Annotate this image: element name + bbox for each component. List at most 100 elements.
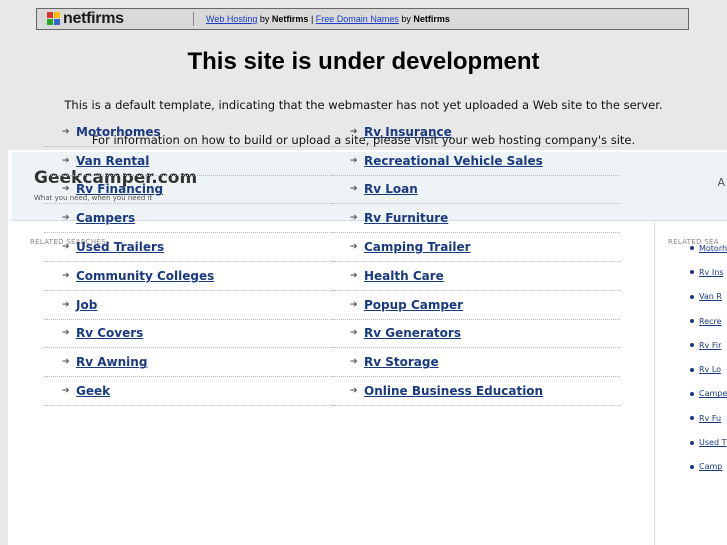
bullet-icon: [690, 440, 694, 445]
side-search-item[interactable]: Van R: [668, 285, 727, 309]
search-item[interactable]: ➔ Rv Furniture: [332, 204, 620, 234]
search-link[interactable]: Motorhomes: [76, 125, 161, 139]
search-link[interactable]: Recreational Vehicle Sales: [364, 154, 543, 168]
search-row: ➔ Van Rental ➔ Recreational Vehicle Sales: [44, 147, 620, 176]
search-link[interactable]: Rv Covers: [76, 326, 143, 340]
search-link[interactable]: Rv Furniture: [364, 211, 448, 225]
arrow-right-icon: ➔: [62, 386, 70, 397]
search-link[interactable]: Camping Trailer: [364, 240, 471, 254]
web-hosting-link[interactable]: Web Hosting: [206, 14, 257, 24]
arrow-right-icon: ➔: [350, 299, 358, 310]
search-item[interactable]: ➔ Health Care: [332, 262, 620, 291]
bullet-icon: [690, 343, 694, 348]
search-item[interactable]: ➔ Used Trailers: [44, 233, 332, 262]
arrow-right-icon: ➔: [350, 242, 358, 253]
arrow-right-icon: ➔: [350, 155, 358, 166]
side-search-item[interactable]: Camp: [668, 455, 727, 479]
side-search-item[interactable]: Rv Ins: [668, 260, 727, 284]
search-item[interactable]: ➔ Geek: [44, 377, 332, 406]
search-item[interactable]: ➔ Online Business Education: [332, 377, 620, 406]
arrow-right-icon: ➔: [350, 213, 358, 224]
side-search-item[interactable]: Campe: [668, 382, 727, 406]
search-link[interactable]: Rv Insurance: [364, 125, 452, 139]
search-link[interactable]: Rv Awning: [76, 355, 147, 369]
arrow-right-icon: ➔: [62, 299, 70, 310]
search-item[interactable]: ➔ Recreational Vehicle Sales: [332, 147, 620, 176]
related-searches-list: ➔ Motorhomes ➔ Rv Insurance ➔ Van Rental ➔ Recr…: [44, 118, 620, 406]
arrow-right-icon: ➔: [350, 386, 358, 397]
side-search-link[interactable]: Rv Fir: [699, 341, 721, 350]
side-search-link[interactable]: Van R: [699, 292, 722, 301]
side-search-item[interactable]: Rv Fir: [668, 333, 727, 357]
search-link[interactable]: Rv Financing: [76, 182, 163, 196]
search-item[interactable]: ➔ Rv Awning: [44, 348, 332, 378]
search-item[interactable]: ➔ Rv Loan: [332, 176, 620, 205]
search-link[interactable]: Van Rental: [76, 154, 149, 168]
side-search-link[interactable]: Recre: [699, 317, 722, 326]
search-item[interactable]: ➔ Rv Storage: [332, 348, 620, 378]
side-search-link[interactable]: Campe: [699, 389, 727, 398]
search-link[interactable]: Community Colleges: [76, 269, 214, 283]
search-link[interactable]: Geek: [76, 384, 110, 398]
search-row: ➔ Job ➔ Popup Camper: [44, 291, 620, 320]
side-search-item[interactable]: Used T: [668, 430, 727, 454]
hosting-links: Web Hosting by Netfirms | Free Domain Na…: [206, 14, 450, 24]
search-link[interactable]: Health Care: [364, 269, 444, 283]
search-link[interactable]: Rv Loan: [364, 182, 418, 196]
search-link[interactable]: Rv Generators: [364, 326, 461, 340]
search-row: ➔ Geek ➔ Online Business Education: [44, 377, 620, 406]
arrow-right-icon: ➔: [62, 270, 70, 281]
side-search-item[interactable]: Rv Fu: [668, 406, 727, 430]
arrow-right-icon: ➔: [350, 328, 358, 339]
default-template-message: This is a default template, indicating t…: [64, 98, 663, 112]
arrow-right-icon: ➔: [350, 357, 358, 368]
search-row: ➔ Rv Covers ➔ Rv Generators: [44, 320, 620, 349]
bullet-icon: [690, 294, 694, 299]
search-link[interactable]: Job: [76, 298, 97, 312]
netfirms-brand: Netfirms: [413, 14, 450, 24]
side-search-item[interactable]: Rv Lo: [668, 357, 727, 381]
search-row: ➔ Campers ➔ Rv Furniture: [44, 204, 620, 234]
side-search-link[interactable]: Rv Fu: [699, 414, 721, 423]
search-item[interactable]: ➔ Job: [44, 291, 332, 320]
side-search-item[interactable]: Motorh: [668, 236, 727, 260]
bullet-icon: [690, 391, 694, 396]
side-search-link[interactable]: Camp: [699, 462, 722, 471]
search-item[interactable]: ➔ Community Colleges: [44, 262, 332, 291]
search-link[interactable]: Campers: [76, 211, 135, 225]
bullet-icon: [690, 319, 694, 324]
free-domain-names-link[interactable]: Free Domain Names: [316, 14, 399, 24]
search-link[interactable]: Online Business Education: [364, 384, 543, 398]
by-text: by: [401, 14, 411, 24]
search-item[interactable]: ➔ Rv Covers: [44, 320, 332, 349]
search-row: ➔ Community Colleges ➔ Health Care: [44, 262, 620, 291]
search-link[interactable]: Popup Camper: [364, 298, 463, 312]
netfirms-logo-text: netfirms: [63, 10, 124, 27]
arrow-right-icon: ➔: [62, 328, 70, 339]
side-search-link[interactable]: Motorh: [699, 244, 727, 253]
search-item[interactable]: ➔ Rv Generators: [332, 320, 620, 349]
by-text: by: [259, 14, 270, 24]
arrow-right-icon: ➔: [62, 213, 70, 224]
header-right-text: A: [717, 176, 725, 189]
search-item[interactable]: ➔ Rv Insurance: [332, 118, 620, 147]
search-row: ➔ Motorhomes ➔ Rv Insurance: [44, 118, 620, 147]
search-item[interactable]: ➔ Motorhomes: [44, 118, 332, 147]
search-item[interactable]: ➔ Camping Trailer: [332, 233, 620, 262]
search-link[interactable]: Used Trailers: [76, 240, 164, 254]
divider: [193, 12, 194, 26]
search-link[interactable]: Rv Storage: [364, 355, 439, 369]
search-item[interactable]: ➔ Van Rental: [44, 147, 332, 176]
search-item[interactable]: ➔ Rv Financing: [44, 176, 332, 205]
search-row: ➔ Used Trailers ➔ Camping Trailer: [44, 233, 620, 262]
search-item[interactable]: ➔ Popup Camper: [332, 291, 620, 320]
bullet-icon: [690, 246, 694, 251]
side-search-link[interactable]: Used T: [699, 438, 726, 447]
side-search-item[interactable]: Recre: [668, 309, 727, 333]
netfirms-logo[interactable]: netfirms: [37, 10, 183, 28]
netfirms-brand: Netfirms: [271, 14, 309, 24]
side-search-link[interactable]: Rv Ins: [699, 268, 723, 277]
side-search-link[interactable]: Rv Lo: [699, 365, 721, 374]
bullet-icon: [690, 270, 694, 275]
search-item[interactable]: ➔ Campers: [44, 204, 332, 234]
